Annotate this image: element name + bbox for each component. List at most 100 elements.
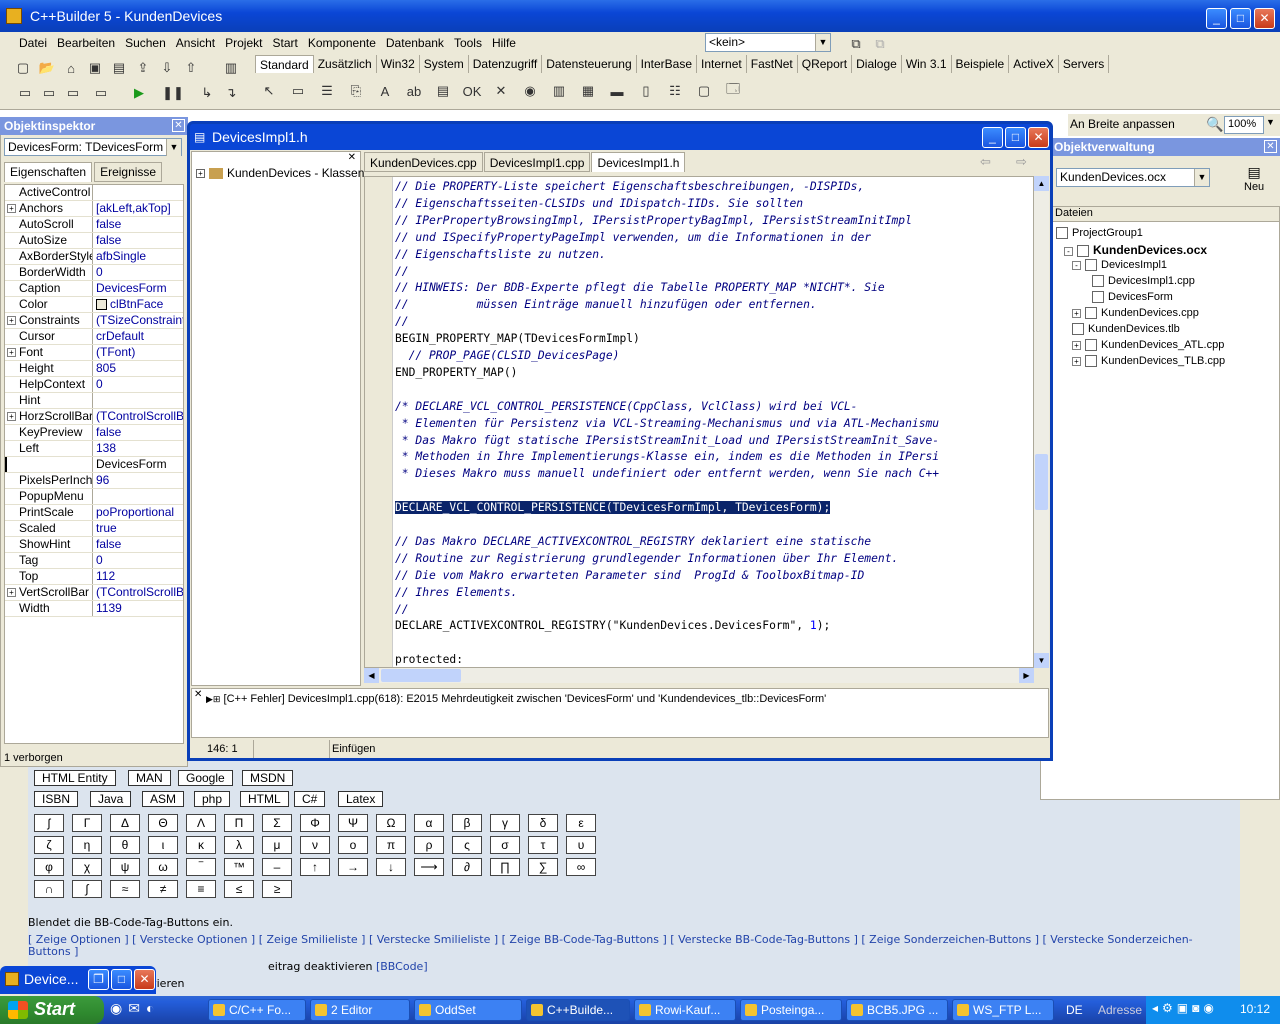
component-icon[interactable]: ▦ <box>577 80 599 102</box>
property-row[interactable]: Left 138 <box>5 441 183 457</box>
component-icon[interactable]: ▤ <box>432 80 454 102</box>
zoom-select[interactable]: 100% <box>1224 116 1264 134</box>
scroll-right-icon[interactable]: ▶ <box>1019 668 1034 683</box>
property-value[interactable]: 0 <box>93 553 183 568</box>
code-line[interactable]: // Eigenschaftsseiten-CLSIDs und IDispat… <box>395 195 803 212</box>
expand-icon[interactable]: + <box>1072 308 1081 318</box>
code-line[interactable]: // IPerPropertyBrowsingImpl, IPersistPro… <box>395 212 912 229</box>
symbol-button[interactable]: Φ <box>300 814 330 832</box>
code-line[interactable]: // <box>395 601 409 618</box>
symbol-button[interactable]: α <box>414 814 444 832</box>
expand-icon[interactable]: ▶⊞ <box>206 694 220 704</box>
component-icon[interactable]: A <box>374 80 396 102</box>
tray-icons[interactable]: ◂⚙▣◙◉ <box>1152 1001 1218 1015</box>
code-line[interactable]: // <box>395 313 409 330</box>
close-icon[interactable]: ✕ <box>1264 140 1277 153</box>
taskbar-button[interactable]: WS_FTP L... <box>952 999 1054 1021</box>
tree-item[interactable]: + KundenDevices_TLB.cpp <box>1072 355 1225 368</box>
zoom-icon[interactable]: 🔍 <box>1206 116 1223 133</box>
property-row[interactable]: Name DevicesForm <box>5 457 183 473</box>
symbol-button[interactable]: λ <box>224 836 254 854</box>
symbol-button[interactable]: ↓ <box>376 858 406 876</box>
property-row[interactable]: ShowHint false <box>5 537 183 553</box>
symbol-button[interactable]: δ <box>528 814 558 832</box>
property-row[interactable]: PopupMenu <box>5 489 183 505</box>
symbol-button[interactable]: ∩ <box>34 880 64 898</box>
property-value[interactable]: clBtnFace <box>93 297 183 312</box>
property-value[interactable]: (TControlScrollBar) <box>93 409 183 424</box>
bbcode-button[interactable]: ISBN <box>34 791 79 807</box>
property-row[interactable]: +VertScrollBar(TControlScrollBar) <box>5 585 183 601</box>
symbol-button[interactable]: ζ <box>34 836 64 854</box>
palette-tab[interactable]: Datensteuerung <box>542 55 637 73</box>
component-icon[interactable]: ▢ <box>693 80 715 102</box>
palette-tab[interactable]: FastNet <box>747 55 798 73</box>
scroll-thumb[interactable] <box>381 669 461 682</box>
property-value[interactable]: 0 <box>93 377 183 392</box>
menu-bearbeiten[interactable]: Bearbeiten <box>52 34 120 54</box>
property-row[interactable]: + Anchors [akLeft,akTop] <box>5 201 183 217</box>
menu-projekt[interactable]: Projekt <box>220 34 267 54</box>
quicklaunch[interactable]: ◉✉◐ <box>110 1000 160 1017</box>
close-icon[interactable]: ✕ <box>172 119 185 132</box>
property-row[interactable]: Tag 0 <box>5 553 183 569</box>
menu-suchen[interactable]: Suchen <box>120 34 171 54</box>
symbol-button[interactable]: φ <box>34 858 64 876</box>
expand-icon[interactable]: + <box>7 412 16 421</box>
bbcode-button[interactable]: ASM <box>142 791 185 807</box>
expand-icon[interactable]: + <box>1072 356 1081 366</box>
symbol-button[interactable]: ι <box>148 836 178 854</box>
tree-item[interactable]: + KundenDevices.cpp <box>1072 307 1199 320</box>
editor-minimize-button[interactable]: _ <box>982 127 1003 148</box>
symbol-button[interactable]: θ <box>110 836 140 854</box>
bbcode-button[interactable]: php <box>194 791 231 807</box>
expand-icon[interactable]: + <box>7 204 16 213</box>
taskbar-button[interactable]: C/C++ Fo... <box>208 999 306 1021</box>
toolbar-icon[interactable]: 📂 <box>36 57 58 79</box>
property-value[interactable]: poProportional <box>93 505 183 520</box>
code-line[interactable]: protected: <box>395 651 463 667</box>
property-row[interactable]: PrintScale poProportional <box>5 505 183 521</box>
tree-item[interactable]: DevicesImpl1.cpp <box>1092 275 1195 288</box>
property-value[interactable]: DevicesForm <box>93 457 183 472</box>
taskbar-button[interactable]: 2 Editor <box>310 999 410 1021</box>
property-row[interactable]: +HorzScrollBar(TControlScrollBar) <box>5 409 183 425</box>
expand-icon[interactable]: + <box>7 588 16 597</box>
code-line[interactable]: // Ihres Elements. <box>395 584 517 601</box>
symbol-button[interactable]: ≤ <box>224 880 254 898</box>
toolbar-icon[interactable]: ▤ <box>108 57 130 79</box>
close-button[interactable]: ✕ <box>1254 8 1275 29</box>
component-icon[interactable]: ◉ <box>519 80 541 102</box>
component-icon[interactable]: 🗔 <box>722 80 744 102</box>
symbol-button[interactable]: ∂ <box>452 858 482 876</box>
symbol-button[interactable]: π <box>376 836 406 854</box>
component-icon[interactable]: ⎘ <box>345 80 367 102</box>
symbol-button[interactable]: Π <box>224 814 254 832</box>
error-message[interactable]: ▶⊞ [C++ Fehler] DevicesImpl1.cpp(618): E… <box>206 693 826 705</box>
property-row[interactable]: Hint <box>5 393 183 409</box>
code-line[interactable]: // HINWEIS: Der BDB-Experte pflegt die T… <box>395 279 885 296</box>
tree-item[interactable]: + KundenDevices_ATL.cpp <box>1072 339 1224 352</box>
symbol-button[interactable]: ≥ <box>262 880 292 898</box>
property-row[interactable]: AxBorderStyle afbSingle <box>5 249 183 265</box>
bbcode-button[interactable]: MAN <box>128 770 171 786</box>
property-row[interactable]: Color clBtnFace <box>5 297 183 313</box>
close-button[interactable]: ✕ <box>134 969 155 990</box>
palette-tab[interactable]: Internet <box>697 55 747 73</box>
property-value[interactable]: false <box>93 217 183 232</box>
symbol-button[interactable]: Σ <box>262 814 292 832</box>
project-select[interactable]: KundenDevices.ocx ▼ <box>1056 168 1210 187</box>
property-row[interactable]: Width 1139 <box>5 601 183 617</box>
symbol-button[interactable]: ʃ <box>34 814 64 832</box>
toolbar-icon[interactable]: ⇧ <box>180 57 202 79</box>
property-row[interactable]: ActiveControl <box>5 185 183 201</box>
symbol-button[interactable]: ρ <box>414 836 444 854</box>
toolbar-icon[interactable]: ⧉ <box>869 33 891 55</box>
property-value[interactable]: (TControlScrollBar) <box>93 585 183 600</box>
symbol-button[interactable]: ε <box>566 814 596 832</box>
palette-tab[interactable]: System <box>420 55 469 73</box>
property-row[interactable]: AutoSize false <box>5 233 183 249</box>
symbol-button[interactable]: Γ <box>72 814 102 832</box>
nav-back-icon[interactable]: ⇦ <box>980 154 991 170</box>
property-value[interactable] <box>93 185 183 200</box>
